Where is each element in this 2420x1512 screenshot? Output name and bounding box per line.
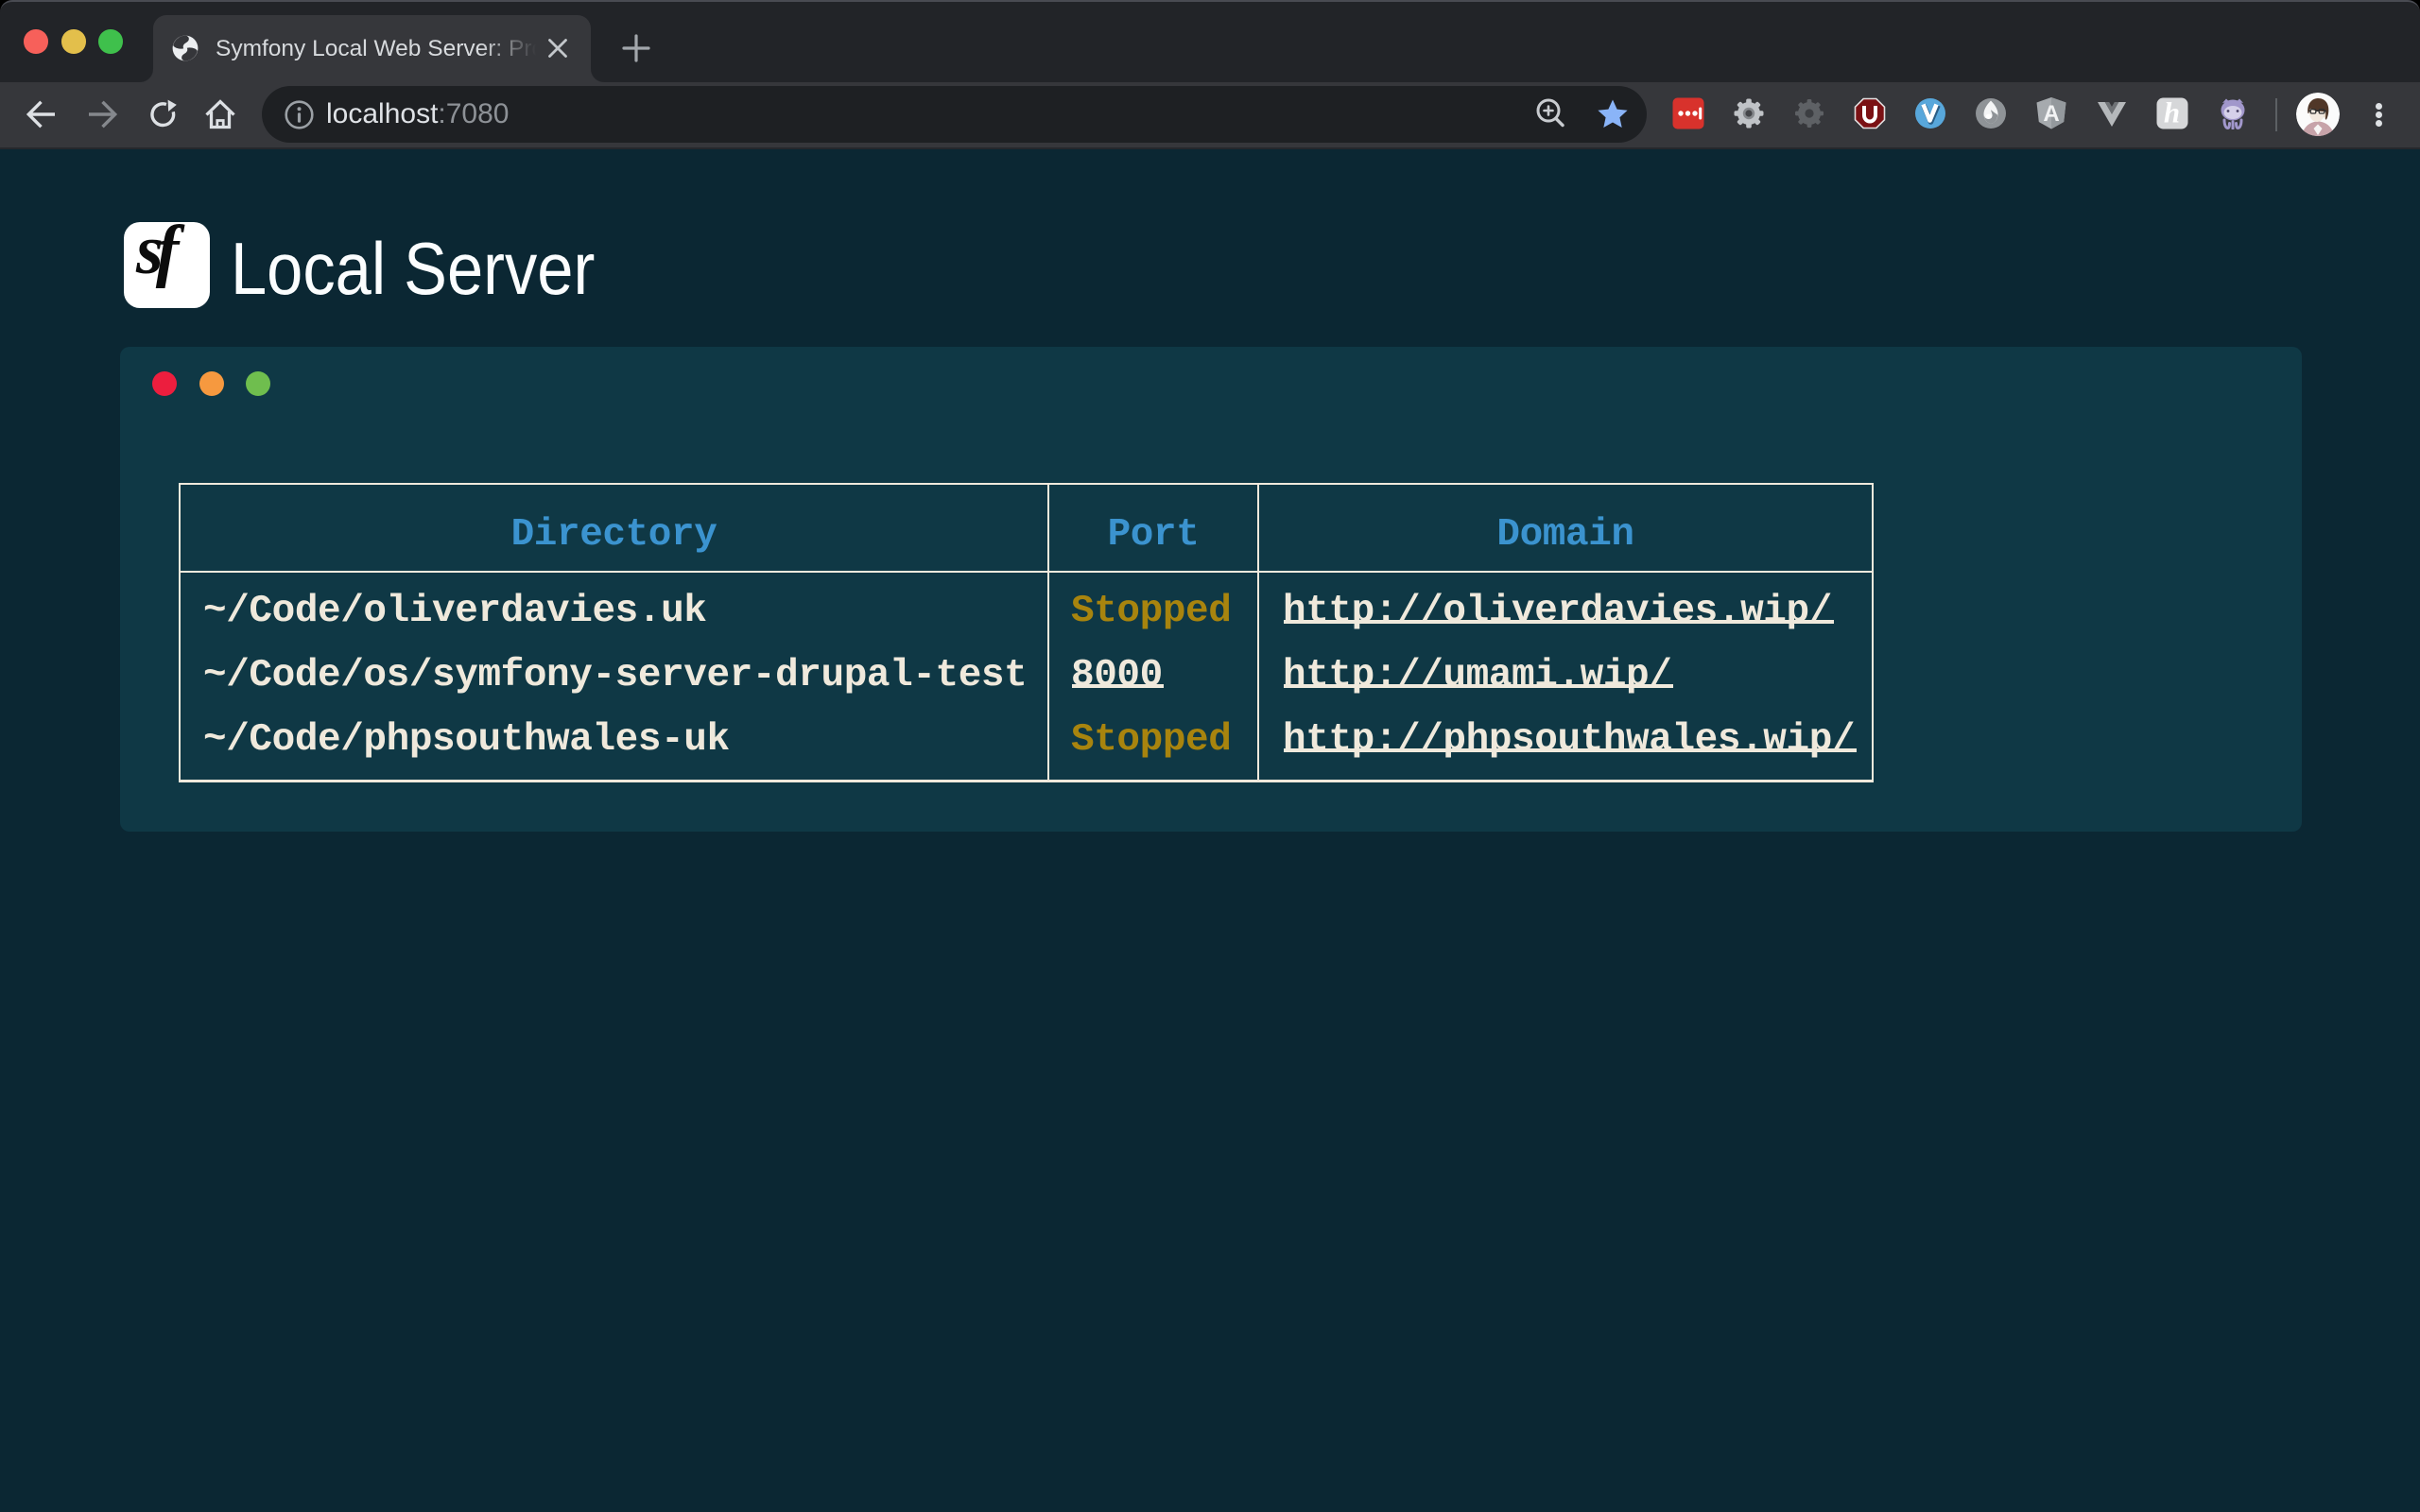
svg-text:h: h — [2164, 97, 2180, 129]
svg-text:A: A — [2043, 101, 2059, 127]
